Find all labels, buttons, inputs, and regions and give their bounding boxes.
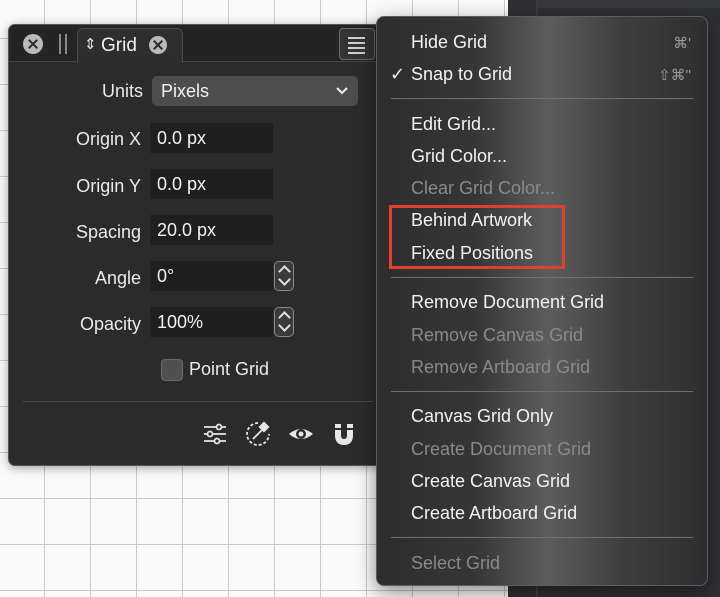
- menu-item-select-grid: Select Grid: [411, 553, 501, 573]
- menu-separator: [391, 277, 693, 278]
- magnet-icon[interactable]: [330, 420, 358, 448]
- snap-to-grid-shortcut: ⇧⌘": [658, 67, 691, 84]
- angle-stepper[interactable]: [274, 261, 294, 291]
- menu-separator: [391, 98, 693, 99]
- origin-x-field[interactable]: 0.0 px: [150, 123, 273, 153]
- opacity-label: Opacity: [79, 314, 141, 334]
- menu-item-clear-grid-color: Clear Grid Color...: [411, 178, 556, 198]
- origin-y-field[interactable]: 0.0 px: [150, 169, 273, 199]
- menu-item-grid-color[interactable]: Grid Color...: [411, 146, 507, 167]
- menu-item-remove-canvas-grid: Remove Canvas Grid: [411, 325, 584, 345]
- highlight-annotation-box: [389, 205, 565, 269]
- menu-item-create-document-grid: Create Document Grid: [411, 439, 592, 459]
- color-picker-icon[interactable]: [244, 420, 272, 448]
- menu-item-snap-to-grid[interactable]: Snap to Grid: [411, 64, 512, 85]
- menu-item-create-artboard-grid[interactable]: Create Artboard Grid: [411, 503, 577, 524]
- menu-item-create-canvas-grid[interactable]: Create Canvas Grid: [411, 471, 570, 492]
- menu-item-canvas-grid-only[interactable]: Canvas Grid Only: [411, 406, 553, 427]
- grid-panel: ⇕ Grid Units Pixels Origin X 0.0 px Orig…: [8, 24, 388, 466]
- point-grid-checkbox[interactable]: [161, 359, 183, 381]
- menu-item-remove-artboard-grid: Remove Artboard Grid: [411, 357, 591, 377]
- angle-field[interactable]: 0°: [150, 261, 273, 291]
- units-select[interactable]: Pixels: [152, 76, 358, 106]
- origin-x-label: Origin X: [75, 129, 141, 149]
- units-label: Units: [101, 81, 143, 101]
- menu-separator: [391, 537, 693, 538]
- point-grid-label: Point Grid: [189, 359, 270, 379]
- angle-label: Angle: [94, 268, 141, 288]
- spacing-label: Spacing: [75, 222, 141, 242]
- tab-close-icon[interactable]: [149, 36, 167, 54]
- checkmark-icon: ✓: [390, 64, 406, 84]
- panel-close-icon[interactable]: [23, 34, 43, 54]
- grid-context-menu: Hide Grid ⌘' ✓ Snap to Grid ⇧⌘" Edit Gri…: [376, 16, 708, 586]
- chevron-down-icon: [336, 87, 348, 95]
- menu-separator: [391, 391, 693, 392]
- origin-y-label: Origin Y: [76, 176, 141, 196]
- opacity-stepper[interactable]: [274, 307, 294, 337]
- tab-title: Grid: [101, 35, 137, 56]
- hide-grid-shortcut: ⌘': [673, 35, 691, 52]
- tab-grid[interactable]: ⇕ Grid: [77, 28, 183, 63]
- menu-item-edit-grid[interactable]: Edit Grid...: [411, 114, 496, 135]
- units-value: Pixels: [161, 81, 210, 101]
- menu-item-hide-grid[interactable]: Hide Grid: [411, 32, 487, 53]
- opacity-field[interactable]: 100%: [150, 307, 273, 337]
- drag-handle-icon[interactable]: [59, 34, 68, 54]
- spacing-field[interactable]: 20.0 px: [150, 215, 273, 245]
- up-down-icon[interactable]: ⇕: [84, 35, 97, 53]
- sliders-icon[interactable]: [201, 420, 229, 448]
- menu-item-remove-document-grid[interactable]: Remove Document Grid: [411, 292, 604, 313]
- panel-tab-bar: ⇕ Grid: [9, 25, 387, 63]
- panel-menu-button[interactable]: [339, 28, 375, 60]
- eye-icon[interactable]: [287, 420, 315, 448]
- panel-divider: [23, 401, 373, 402]
